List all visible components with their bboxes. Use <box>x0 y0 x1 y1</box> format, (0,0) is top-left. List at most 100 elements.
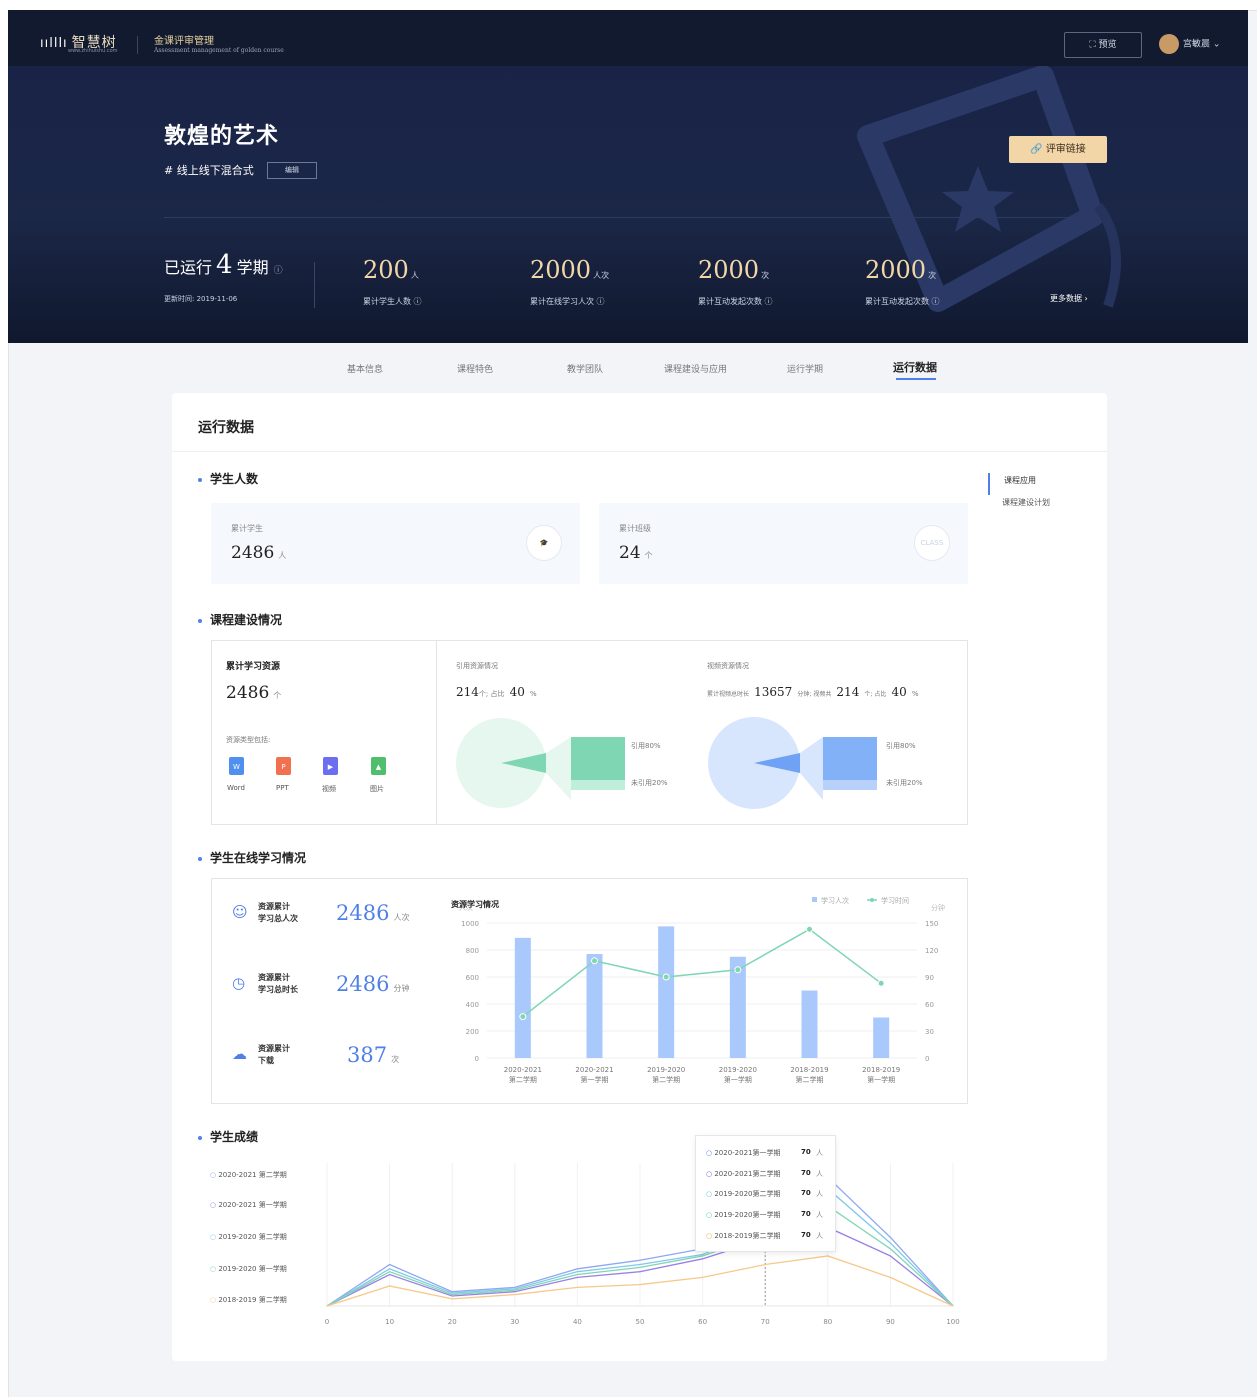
top-bar: ıılllı 智慧树 www.zhihuishu.com 金课评审管理 Assess… <box>8 10 1248 66</box>
side-nav: 课程应用 课程建设计划 <box>988 473 1068 517</box>
stat-students: 200 人累计学生人数 ⓘ <box>363 256 422 306</box>
avatar <box>1159 34 1179 54</box>
x-tick-label: 80 <box>823 1318 832 1326</box>
course-title: 敦煌的艺术 <box>164 124 280 149</box>
side-nav-item-plan[interactable]: 课程建设计划 <box>988 495 1068 517</box>
tab-run-data[interactable]: 运行数据 <box>893 359 937 375</box>
download-cloud-icon: ☁ <box>232 1045 247 1063</box>
x-tick-label: 第二学期 <box>509 1075 537 1084</box>
legend-item[interactable]: ○ 2019-2020 第一学期 <box>210 1264 287 1274</box>
review-link-button[interactable]: 🔗 评审链接 <box>1009 136 1107 163</box>
updated-time: 更新时间: 2019-11-06 <box>164 295 238 303</box>
y-tick-label: 1000 <box>461 920 479 928</box>
logo[interactable]: ıılllı 智慧树 www.zhihuishu.com <box>40 32 118 54</box>
chevron-right-icon: › <box>1084 294 1088 303</box>
logo-bars-icon: ıılllı <box>40 36 68 51</box>
x-tick-label: 第二学期 <box>652 1075 680 1084</box>
edit-button[interactable]: 编辑 <box>267 162 317 179</box>
course-hero: 敦煌的艺术 # 线上线下混合式 编辑 🔗 评审链接 已运行 4 学期 ⓘ 更新时间:… <box>8 66 1248 343</box>
x-tick-label: 第一学期 <box>724 1075 752 1084</box>
y2-tick-label: 150 <box>925 920 938 928</box>
resource-learning-chart: 人次 分钟 学习人次 学习时间 0 0 200 30 400 60 600 90 800 120 1000 1… <box>459 896 945 1084</box>
x-tick-label: 第二学期 <box>796 1075 824 1084</box>
section-online: 学生在线学习情况 <box>198 849 306 866</box>
app-title: 金课评审管理 <box>154 36 214 47</box>
legend-swatch-bars <box>812 897 817 902</box>
stat-online-learning: 2000 人次 累计在线学习人次 ⓘ <box>530 256 610 306</box>
class-icon: CLASS <box>914 525 950 561</box>
preview-button[interactable]: ⛶ 预览 <box>1064 32 1142 58</box>
x-tick-label: 2019-2020 <box>647 1066 685 1074</box>
legend-item[interactable]: ○ 2020-2021 第二学期 <box>210 1170 287 1180</box>
app-subtitle: Assessment management of golden course <box>154 47 284 54</box>
page-title: 运行数据 <box>198 420 254 436</box>
info-icon[interactable]: ⓘ <box>765 297 773 306</box>
line-point <box>734 966 742 974</box>
legend-item[interactable]: ○ 2020-2021 第一学期 <box>210 1200 287 1210</box>
x-tick-label: 60 <box>698 1318 707 1326</box>
y-tick-label: 800 <box>466 947 479 955</box>
y2-tick-label: 120 <box>925 947 938 955</box>
video-file-icon: ▶ <box>323 757 338 775</box>
stat-interactions-2: 2000 次累计互动发起次数 ⓘ <box>865 256 940 306</box>
section-construction: 课程建设情况 <box>198 611 282 628</box>
line-point <box>519 1013 527 1021</box>
x-tick-label: 2019-2020 <box>719 1066 757 1074</box>
video-pie-chart <box>708 717 877 809</box>
tab-features[interactable]: 课程特色 <box>457 362 493 375</box>
legend-item[interactable]: ○ 2018-2019 第二学期 <box>210 1295 287 1305</box>
info-icon[interactable]: ⓘ <box>274 266 283 276</box>
image-file-icon: ▲ <box>371 757 386 775</box>
y-tick-label: 600 <box>466 974 479 982</box>
y2-tick-label: 60 <box>925 1001 934 1009</box>
x-tick-label: 2020-2021 <box>575 1066 613 1074</box>
section-scores: 学生成绩 <box>198 1128 258 1145</box>
tab-team[interactable]: 教学团队 <box>567 362 603 375</box>
scores-chart: 0 10 20 30 40 50 60 70 80 90 100 <box>325 1163 960 1326</box>
x-tick-label: 2020-2021 <box>504 1066 542 1074</box>
tab-terms[interactable]: 运行学期 <box>787 362 823 375</box>
scores-tooltip: ○ 2020-2021第一学期 70 人 ○ 2020-2021第二学期 70 人 ○ … <box>695 1135 836 1252</box>
more-data-link[interactable]: 更多数据 › <box>1050 293 1088 304</box>
info-icon[interactable]: ⓘ <box>597 297 605 306</box>
x-tick-label: 10 <box>385 1318 394 1326</box>
info-icon[interactable]: ⓘ <box>414 297 422 306</box>
running-terms: 已运行 4 学期 ⓘ <box>164 250 283 280</box>
legend-label: 学习人次 <box>821 896 849 905</box>
y2-tick-label: 0 <box>925 1055 929 1063</box>
tab-construction[interactable]: 课程建设与应用 <box>664 362 727 375</box>
course-mode: # 线上线下混合式 <box>164 164 254 177</box>
line-point <box>877 979 885 987</box>
x-tick-label: 70 <box>761 1318 770 1326</box>
clock-icon: ◷ <box>232 974 246 992</box>
scan-icon: ⛶ <box>1089 40 1099 50</box>
line-point <box>591 957 598 965</box>
active-tab-indicator <box>896 378 936 380</box>
x-tick-label: 20 <box>448 1318 457 1326</box>
x-tick-label: 50 <box>636 1318 645 1326</box>
cited-pie-chart <box>456 718 625 808</box>
x-tick-label: 第一学期 <box>581 1075 609 1084</box>
cited-summary: 214个; 占比 40 % <box>456 685 537 699</box>
bar <box>873 1017 890 1058</box>
user-menu[interactable]: 宫敏晨 ⌄ <box>1159 34 1220 54</box>
legend-label: 学习时间 <box>881 896 909 905</box>
x-tick-label: 30 <box>510 1318 519 1326</box>
tab-basic-info[interactable]: 基本信息 <box>347 362 383 375</box>
legend-item[interactable]: ○ 2019-2020 第二学期 <box>210 1232 287 1242</box>
y-tick-label: 200 <box>466 1028 479 1036</box>
stat-card-classes: 累计班级 24 个 CLASS <box>599 503 968 584</box>
section-students: 学生人数 <box>198 470 258 487</box>
side-nav-item-application[interactable]: 课程应用 <box>988 473 1068 495</box>
construction-panel: 累计学习资源 2486 个 资源类型包括: W P ▶ ▲ Word PPT 视频… <box>211 640 968 825</box>
link-icon: 🔗 <box>1030 144 1046 155</box>
chevron-down-icon: ⌄ <box>1210 39 1221 50</box>
line-point <box>806 925 813 933</box>
user-group-icon: ☺ <box>232 903 248 921</box>
y2-tick-label: 90 <box>925 974 934 982</box>
y-tick-label: 0 <box>475 1055 479 1063</box>
info-icon[interactable]: ⓘ <box>932 297 940 306</box>
x-tick-label: 第一学期 <box>867 1075 895 1084</box>
y-axis-label: 人次 <box>459 903 473 912</box>
bar <box>514 937 531 1058</box>
